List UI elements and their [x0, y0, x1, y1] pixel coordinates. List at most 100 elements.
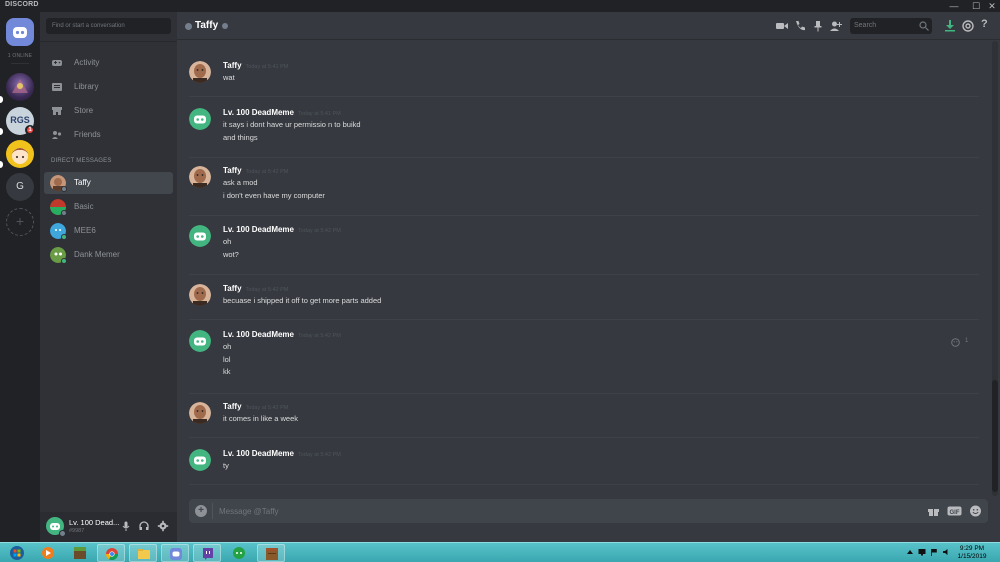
gif-icon[interactable]: GIF: [947, 505, 962, 517]
add-server-button[interactable]: +: [6, 208, 34, 236]
close-button[interactable]: ✕: [982, 0, 1000, 12]
dm-sidebar: Find or start a conversation Activity Li…: [40, 12, 177, 542]
author-name[interactable]: Lv. 100 DeadMeme: [223, 108, 294, 117]
message-author[interactable]: Lv. 100 DeadMeme Today at 5:42 PM: [223, 330, 341, 339]
message-group[interactable]: Lv. 100 DeadMeme Today at 5:42 PM oh wot?: [189, 225, 979, 275]
avatar[interactable]: [189, 330, 211, 352]
status-indicator: [222, 23, 228, 29]
download-icon[interactable]: [943, 19, 957, 33]
add-friend-icon[interactable]: [829, 19, 843, 33]
help-icon[interactable]: ?: [981, 18, 988, 30]
nav-friends[interactable]: Friends: [44, 124, 173, 146]
discord-home-button[interactable]: [6, 18, 34, 46]
message-text: oh: [223, 342, 232, 351]
message-input[interactable]: [219, 503, 899, 519]
server-g[interactable]: G: [6, 173, 34, 201]
tray-arrow-icon[interactable]: [906, 548, 914, 556]
nav-library[interactable]: Library: [44, 76, 173, 98]
message-text: lol: [223, 354, 231, 364]
microphone-icon[interactable]: [120, 520, 132, 532]
author-name[interactable]: Lv. 100 DeadMeme: [223, 449, 294, 458]
message-group[interactable]: Taffy Today at 5:42 PM it comes in like a …: [189, 402, 979, 438]
message-text: i don't even have my computer: [223, 190, 325, 200]
message-group[interactable]: Taffy Today at 5:41 PM wat: [189, 61, 979, 97]
dm-item-mee6[interactable]: MEE6: [44, 220, 173, 242]
gear-icon[interactable]: [157, 520, 169, 532]
message-group[interactable]: Lv. 100 DeadMeme Today at 5:41 PM it says …: [189, 108, 979, 158]
message-group[interactable]: Taffy Today at 5:42 PM ask a mod i don't ev…: [189, 166, 979, 216]
avatar[interactable]: [189, 449, 211, 471]
message-text: wot?: [223, 249, 239, 259]
nav-activity[interactable]: Activity: [44, 52, 173, 74]
start-button[interactable]: [3, 544, 31, 562]
status-indicator: [61, 234, 67, 240]
headphones-icon[interactable]: [138, 520, 150, 532]
mentions-icon[interactable]: [961, 19, 975, 33]
server-1-avatar[interactable]: [6, 73, 34, 101]
taskbar-file-explorer[interactable]: [129, 544, 157, 562]
nav-store[interactable]: Store: [44, 100, 173, 122]
author-name[interactable]: Lv. 100 DeadMeme: [223, 330, 294, 339]
gift-icon[interactable]: [927, 505, 940, 517]
status-indicator: [59, 530, 66, 537]
message-author[interactable]: Lv. 100 DeadMeme Today at 5:42 PM: [223, 225, 341, 234]
message-group[interactable]: Lv. 100 DeadMeme Today at 5:42 PM oh lol kk: [189, 330, 979, 394]
upload-button[interactable]: +: [195, 505, 207, 517]
taskbar-minecraft-block[interactable]: [257, 544, 285, 562]
server-rgs-label: RGS: [10, 115, 30, 125]
avatar[interactable]: [189, 61, 211, 83]
anime-avatar-icon: [11, 148, 29, 164]
message-group[interactable]: Lv. 100 DeadMeme Today at 5:42 PM ty: [189, 449, 979, 485]
taskbar-twitch[interactable]: [193, 544, 221, 562]
emoji-icon[interactable]: [969, 505, 982, 517]
message-author[interactable]: Taffy Today at 5:41 PM: [223, 61, 288, 70]
video-call-icon[interactable]: [775, 19, 789, 33]
avatar[interactable]: [189, 108, 211, 130]
find-conversation-input[interactable]: Find or start a conversation: [46, 18, 171, 34]
tray-flag-icon[interactable]: [930, 548, 938, 556]
author-name[interactable]: Taffy: [223, 402, 242, 411]
server-g-label: G: [16, 181, 24, 192]
chat-header: Taffy Search ?: [177, 12, 1000, 40]
avatar[interactable]: [189, 225, 211, 247]
message-group[interactable]: Taffy Today at 5:42 PM becuase i shipped i…: [189, 284, 979, 320]
avatar[interactable]: [189, 166, 211, 188]
tray-network-icon[interactable]: [918, 548, 926, 556]
friends-icon: [52, 131, 62, 139]
channel-title: Taffy: [195, 20, 219, 31]
pin-icon[interactable]: [811, 19, 825, 33]
reaction-indicator[interactable]: 1: [951, 336, 981, 348]
message-author[interactable]: Lv. 100 DeadMeme Today at 5:42 PM: [223, 449, 341, 458]
phone-call-icon[interactable]: [793, 19, 807, 33]
composer-divider: [212, 503, 213, 519]
message-text: kk: [223, 367, 231, 376]
dm-item-dank-memer[interactable]: Dank Memer: [44, 244, 173, 266]
dm-item-taffy[interactable]: Taffy: [44, 172, 173, 194]
os-taskbar: 9:29 PM 1/15/2019: [0, 542, 1000, 562]
minimize-button[interactable]: —: [944, 0, 964, 12]
taskbar-minecraft[interactable]: [66, 544, 94, 562]
avatar[interactable]: [189, 402, 211, 424]
title-bar: DISCORD — ☐ ✕: [0, 0, 1000, 12]
dm-item-label: Taffy: [74, 178, 91, 187]
server-3-avatar[interactable]: [6, 140, 34, 168]
message-text: and things: [223, 132, 258, 142]
taskbar-media-player[interactable]: [34, 544, 62, 562]
taskbar-whatsapp[interactable]: [225, 544, 253, 562]
gamepad-icon: [52, 60, 62, 66]
author-name[interactable]: Taffy: [223, 284, 242, 293]
system-clock[interactable]: 9:29 PM 1/15/2019: [946, 545, 998, 561]
avatar[interactable]: [189, 284, 211, 306]
author-name[interactable]: Taffy: [223, 61, 242, 70]
message-author[interactable]: Taffy Today at 5:42 PM: [223, 284, 288, 293]
author-name[interactable]: Lv. 100 DeadMeme: [223, 225, 294, 234]
dm-item-basic[interactable]: Basic: [44, 196, 173, 218]
author-name[interactable]: Taffy: [223, 166, 242, 175]
message-author[interactable]: Taffy Today at 5:42 PM: [223, 402, 288, 411]
taskbar-chrome[interactable]: [97, 544, 125, 562]
message-author[interactable]: Lv. 100 DeadMeme Today at 5:41 PM: [223, 108, 341, 117]
message-author[interactable]: Taffy Today at 5:42 PM: [223, 166, 288, 175]
scrollbar-thumb[interactable]: [992, 380, 998, 492]
dm-item-label: MEE6: [74, 226, 96, 235]
taskbar-discord[interactable]: [161, 544, 189, 562]
